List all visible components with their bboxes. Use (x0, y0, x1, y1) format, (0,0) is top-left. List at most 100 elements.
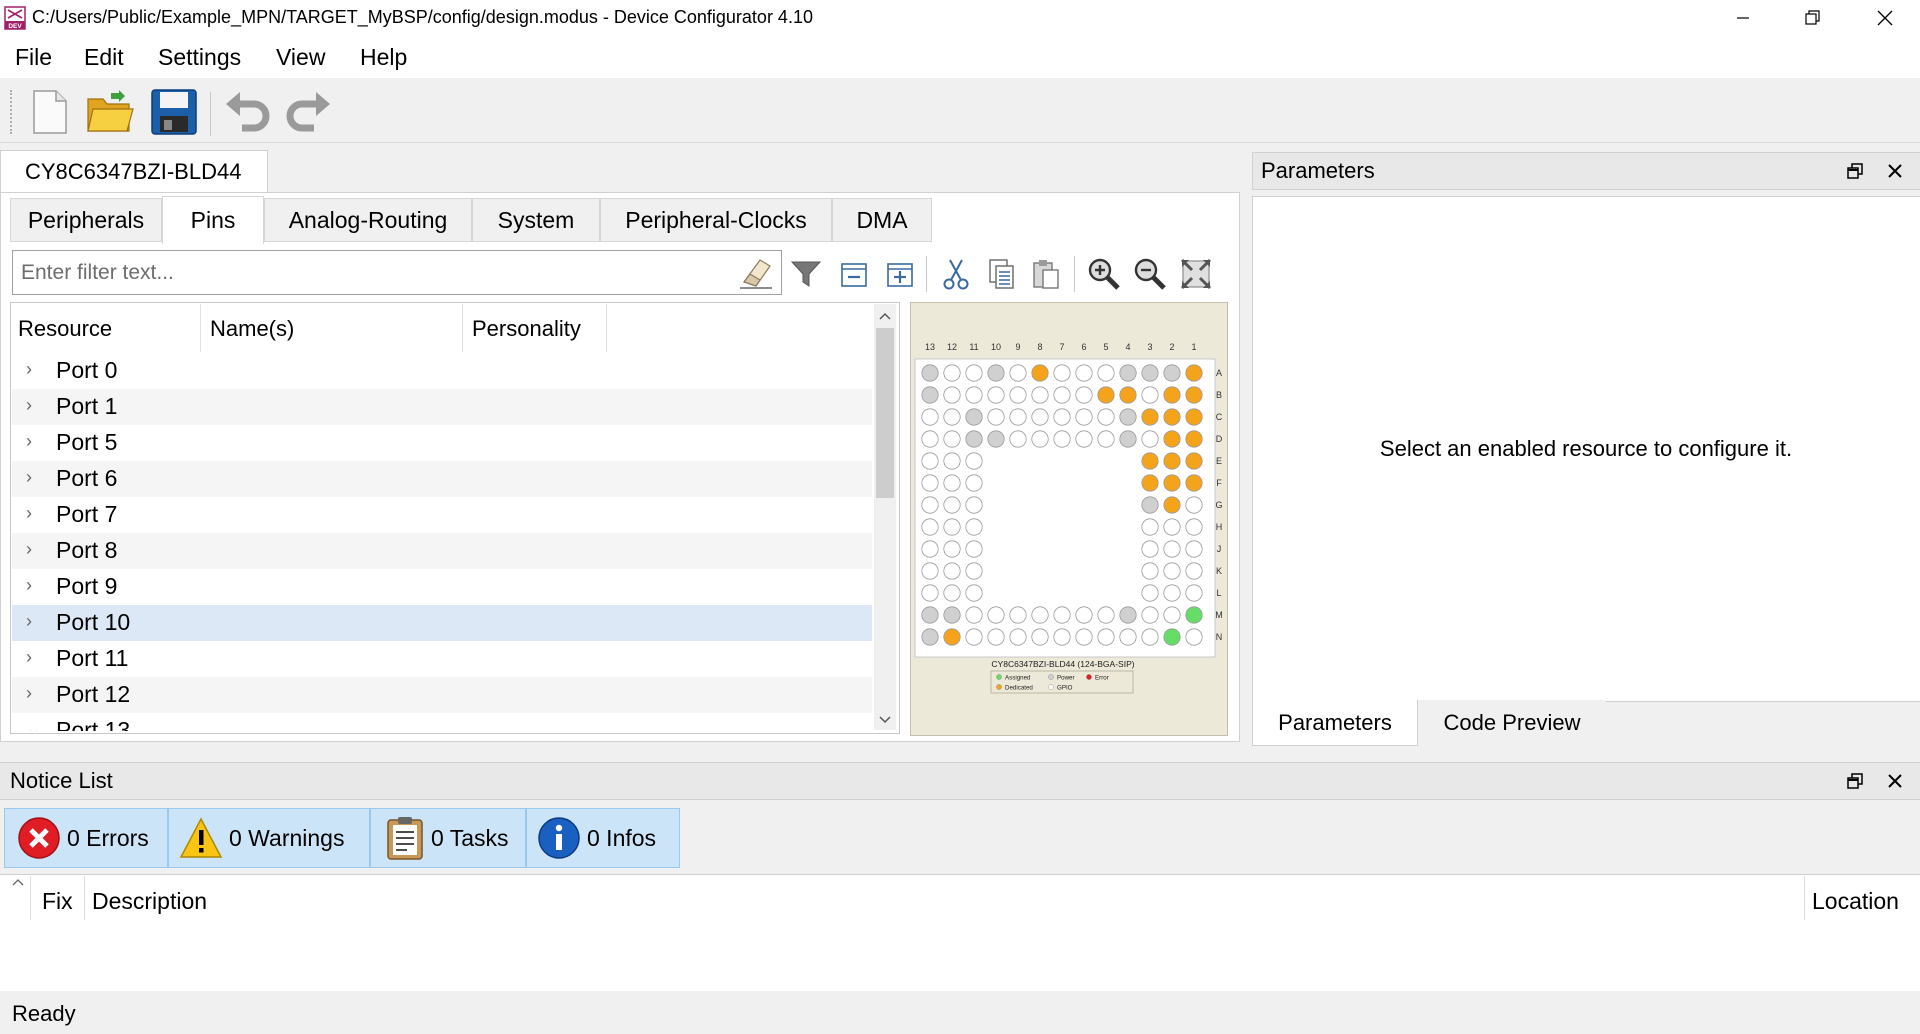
pin-gpio[interactable] (1097, 364, 1115, 382)
pin-gpio[interactable] (1141, 518, 1159, 536)
package-diagram[interactable]: 13 12 11 10 9 8 7 6 5 4 3 2 1 A B C D E F G H J K L M N CY8C6347BZ… (910, 302, 1228, 736)
pin-power[interactable] (1119, 606, 1137, 624)
device-tab[interactable]: CY8C6347BZI-BLD44 (0, 150, 268, 193)
pin-gpio[interactable] (1185, 540, 1203, 558)
expand-chevron-icon[interactable]: › (26, 647, 32, 668)
pin-power[interactable] (965, 430, 983, 448)
close-panel-button[interactable] (1882, 768, 1908, 794)
tab-peripheral-clocks[interactable]: Peripheral-Clocks (600, 198, 832, 242)
tree-row-port-11[interactable]: › Port 11 (12, 641, 872, 677)
pin-gpio[interactable] (1097, 606, 1115, 624)
errors-filter-button[interactable]: 0 Errors (4, 808, 168, 868)
pin-gpio[interactable] (1075, 386, 1093, 404)
tree-row-port-13[interactable]: ⌄ Port 13 (12, 713, 872, 731)
close-button[interactable] (1850, 0, 1920, 36)
pin-gpio[interactable] (921, 518, 939, 536)
pin-power[interactable] (921, 386, 939, 404)
pin-gpio[interactable] (987, 408, 1005, 426)
pin-gpio[interactable] (921, 408, 939, 426)
pin-gpio[interactable] (921, 452, 939, 470)
menu-view[interactable]: View (276, 44, 325, 71)
pin-gpio[interactable] (987, 386, 1005, 404)
pin-gpio[interactable] (965, 386, 983, 404)
minimize-button[interactable] (1708, 0, 1778, 36)
scroll-up-button[interactable] (876, 306, 894, 326)
pin-gpio[interactable] (1009, 386, 1027, 404)
pin-gpio[interactable] (1185, 518, 1203, 536)
tree-row-port-10[interactable]: › Port 10 (12, 605, 872, 641)
copy-button[interactable] (982, 254, 1022, 294)
pin-power[interactable] (987, 430, 1005, 448)
pin-power[interactable] (1119, 430, 1137, 448)
pin-gpio[interactable] (1185, 584, 1203, 602)
tab-parameters[interactable]: Parameters (1252, 700, 1418, 746)
pin-dedicated[interactable] (1097, 386, 1115, 404)
tree-row-port-5[interactable]: › Port 5 (12, 425, 872, 461)
menu-edit[interactable]: Edit (84, 44, 124, 71)
pin-gpio[interactable] (1141, 430, 1159, 448)
pin-gpio[interactable] (1185, 562, 1203, 580)
pin-gpio[interactable] (943, 518, 961, 536)
scroll-thumb[interactable] (876, 328, 894, 498)
pin-gpio[interactable] (965, 496, 983, 514)
tasks-filter-button[interactable]: 0 Tasks (370, 808, 526, 868)
pin-gpio[interactable] (921, 584, 939, 602)
collapse-chevron-icon[interactable]: ⌄ (26, 719, 41, 731)
redo-button[interactable] (282, 86, 334, 138)
pin-gpio[interactable] (1053, 386, 1071, 404)
pin-gpio[interactable] (965, 628, 983, 646)
undo-button[interactable] (222, 86, 274, 138)
pin-dedicated[interactable] (1185, 452, 1203, 470)
pin-gpio[interactable] (1141, 540, 1159, 558)
expand-chevron-icon[interactable]: › (26, 683, 32, 704)
clear-filter-button[interactable] (738, 256, 774, 290)
pin-gpio[interactable] (943, 474, 961, 492)
pin-dedicated[interactable] (1185, 408, 1203, 426)
pin-dedicated[interactable] (1163, 452, 1181, 470)
tree-row-port-1[interactable]: › Port 1 (12, 389, 872, 425)
cut-button[interactable] (936, 254, 976, 294)
pin-power[interactable] (921, 364, 939, 382)
tree-row-port-7[interactable]: › Port 7 (12, 497, 872, 533)
pin-dedicated[interactable] (1141, 408, 1159, 426)
tab-system[interactable]: System (472, 198, 600, 242)
pin-power[interactable] (921, 606, 939, 624)
expand-chevron-icon[interactable]: › (26, 503, 32, 524)
pin-dedicated[interactable] (1163, 430, 1181, 448)
pin-gpio[interactable] (1053, 430, 1071, 448)
scroll-down-button[interactable] (876, 710, 894, 730)
pin-gpio[interactable] (987, 628, 1005, 646)
pin-gpio[interactable] (1031, 430, 1049, 448)
expand-chevron-icon[interactable]: › (26, 359, 32, 380)
pin-gpio[interactable] (943, 496, 961, 514)
open-file-button[interactable] (84, 86, 136, 138)
pin-gpio[interactable] (1031, 408, 1049, 426)
pin-power[interactable] (1163, 364, 1181, 382)
sort-indicator[interactable] (10, 876, 26, 888)
pin-power[interactable] (987, 364, 1005, 382)
pin-gpio[interactable] (1163, 518, 1181, 536)
pin-dedicated[interactable] (1163, 408, 1181, 426)
pin-gpio[interactable] (1009, 408, 1027, 426)
pin-dedicated[interactable] (1141, 452, 1159, 470)
tab-pins[interactable]: Pins (162, 196, 264, 244)
pin-gpio[interactable] (965, 518, 983, 536)
zoom-in-button[interactable] (1084, 254, 1124, 294)
pin-gpio[interactable] (921, 430, 939, 448)
pin-gpio[interactable] (965, 606, 983, 624)
float-panel-button[interactable] (1842, 158, 1868, 184)
column-description[interactable]: Description (92, 888, 207, 915)
expand-chevron-icon[interactable]: › (26, 611, 32, 632)
pin-gpio[interactable] (1009, 430, 1027, 448)
pin-gpio[interactable] (965, 562, 983, 580)
pin-gpio[interactable] (1009, 628, 1027, 646)
pin-gpio[interactable] (921, 562, 939, 580)
pin-gpio[interactable] (921, 474, 939, 492)
save-button[interactable] (148, 86, 200, 138)
pin-gpio[interactable] (1163, 584, 1181, 602)
pin-power[interactable] (943, 606, 961, 624)
pin-dedicated[interactable] (1163, 496, 1181, 514)
pin-gpio[interactable] (1097, 408, 1115, 426)
fit-to-view-button[interactable] (1176, 254, 1216, 294)
tree-row-port-9[interactable]: › Port 9 (12, 569, 872, 605)
